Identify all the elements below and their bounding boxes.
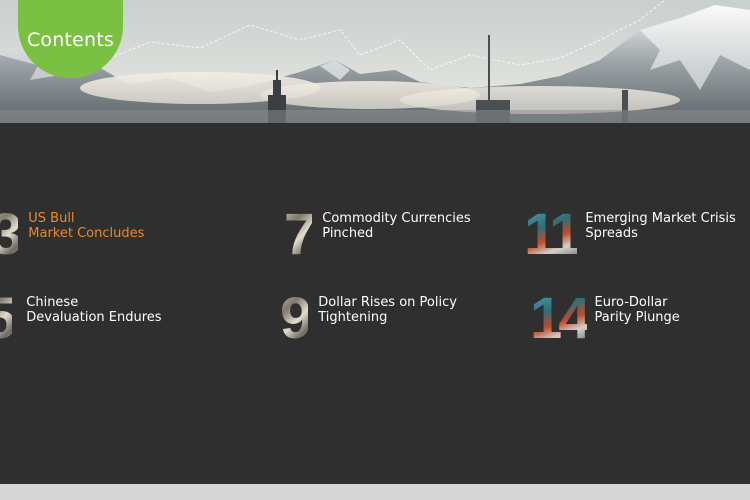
toc-title: US Bull Market Concludes (28, 210, 145, 242)
toc-number: 9 (280, 286, 312, 351)
toc-title: Chinese Devaluation Endures (26, 294, 162, 326)
bottom-bar (0, 484, 750, 500)
toc-title: Dollar Rises on Policy Tightening (318, 294, 457, 326)
toc-item-commodity-currencies[interactable]: 7 Commodity Currencies Pinched (284, 206, 471, 264)
toc-item-chinese-devaluation[interactable]: 5 Chinese Devaluation Endures (0, 290, 162, 348)
toc-item-emerging-market[interactable]: 11 Emerging Market Crisis Spreads (524, 206, 736, 264)
toc-number: 11 (524, 202, 581, 267)
toc-item-us-bull[interactable]: 3 US Bull Market Concludes (0, 206, 144, 264)
toc-number: 3 (0, 206, 22, 264)
toc-title: Euro-Dollar Parity Plunge (594, 294, 680, 326)
toc-title: Commodity Currencies Pinched (322, 210, 471, 242)
toc-item-euro-dollar[interactable]: 14 Euro-Dollar Parity Plunge (530, 290, 680, 348)
toc-item-dollar-rises[interactable]: 9 Dollar Rises on Policy Tightening (280, 290, 457, 348)
toc-title: Emerging Market Crisis Spreads (585, 210, 736, 242)
toc-number: 14 (530, 286, 590, 351)
toc-number: 7 (284, 202, 316, 267)
toc-number: 5 (0, 290, 16, 348)
